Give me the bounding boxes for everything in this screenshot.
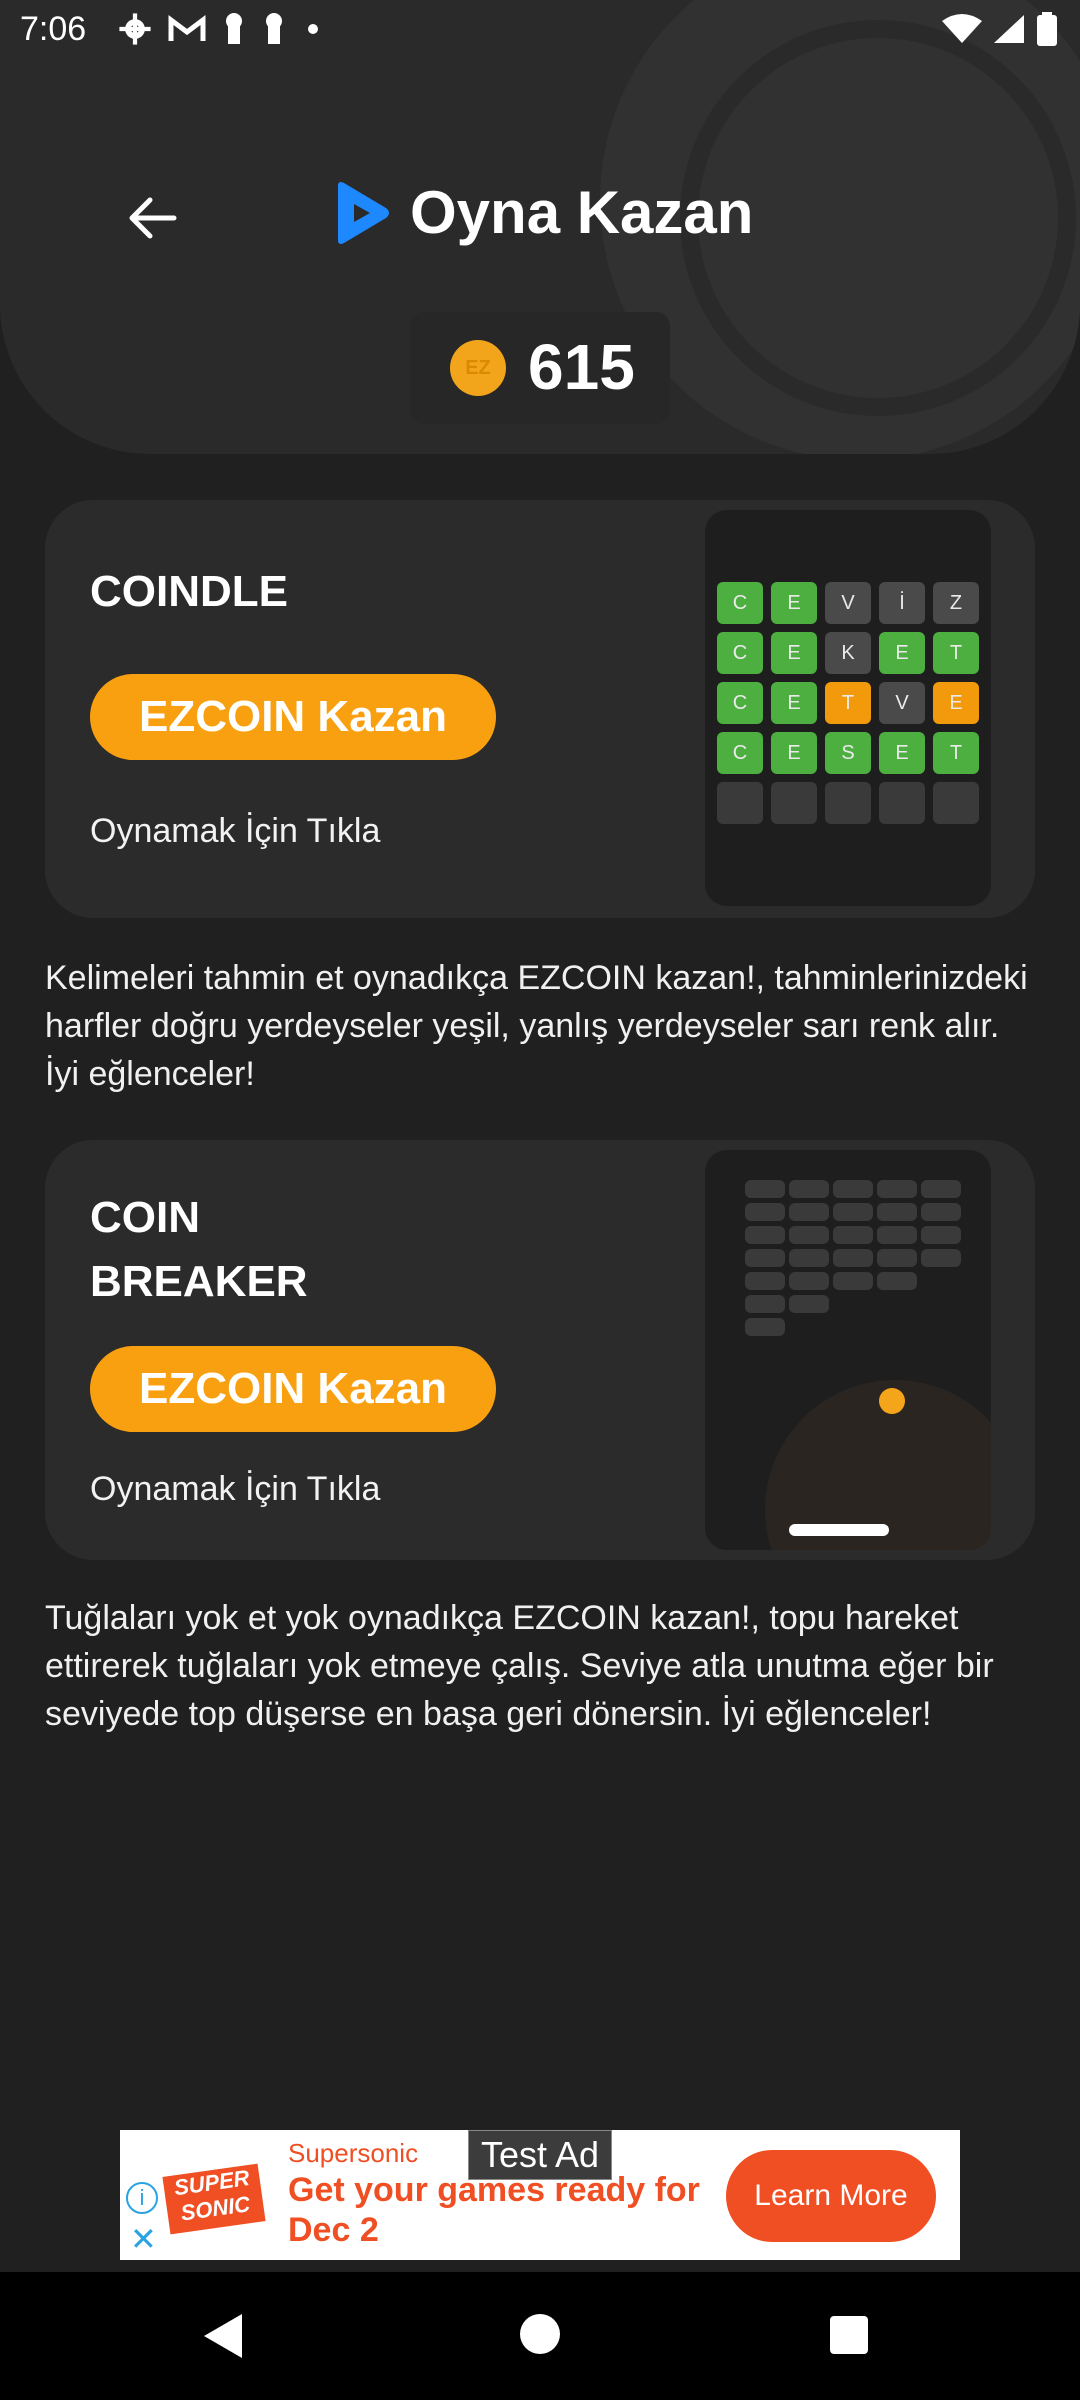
coindle-tile: E [879, 632, 925, 674]
brick [789, 1295, 829, 1313]
brick [833, 1226, 873, 1244]
brick [921, 1249, 961, 1267]
coindle-tile: E [771, 682, 817, 724]
ad-banner[interactable]: i ✕ SUPER SONIC Supersonic Get your game… [120, 2130, 960, 2260]
coindle-tile: S [825, 732, 871, 774]
earn-ezcoin-button[interactable]: EZCOIN Kazan [90, 1346, 496, 1432]
coin-balance: 615 [528, 331, 635, 403]
brick [833, 1203, 873, 1221]
brick [745, 1272, 785, 1290]
brick [789, 1272, 829, 1290]
coindle-tile: E [771, 632, 817, 674]
game-title: COINDLE [90, 567, 288, 616]
brick [877, 1272, 917, 1290]
app-title-group: Oyna Kazan [330, 178, 753, 247]
nav-recents-icon[interactable] [830, 2316, 868, 2354]
brick [789, 1249, 829, 1267]
coindle-tile [933, 782, 979, 824]
status-time: 7:06 [20, 10, 87, 48]
coindle-tile [825, 782, 871, 824]
brick [921, 1203, 961, 1221]
coindle-tile: E [933, 682, 979, 724]
coindle-grid: CEVİZCEKETCETVECESET [717, 582, 979, 824]
coindle-tile: V [879, 682, 925, 724]
coindle-tile: T [933, 632, 979, 674]
nav-back-icon[interactable] [200, 2312, 244, 2360]
brick [745, 1249, 785, 1267]
wifi-icon [942, 14, 982, 43]
ad-logo: SUPER SONIC [162, 2163, 266, 2235]
coin-breaker-preview [705, 1150, 991, 1550]
battery-icon [1037, 12, 1057, 46]
brick [745, 1203, 785, 1221]
keyhole-icon [266, 13, 282, 44]
play-hint: Oynamak İçin Tıkla [90, 812, 381, 850]
status-right-icons [942, 12, 1058, 46]
brick [745, 1226, 785, 1244]
game-title: COIN BREAKER [90, 1193, 308, 1306]
earn-ezcoin-button[interactable]: EZCOIN Kazan [90, 674, 496, 760]
coin-icon: EZ [450, 340, 506, 396]
ad-headline[interactable]: Get your games ready for Dec 2 [288, 2170, 738, 2250]
coindle-tile: K [825, 632, 871, 674]
signal-icon [994, 15, 1024, 43]
coindle-tile [879, 782, 925, 824]
coindle-description: Kelimeleri tahmin et oynadıkça EZCOIN ka… [45, 959, 1028, 1093]
brick [833, 1249, 873, 1267]
coindle-tile: E [771, 582, 817, 624]
ad-learn-more-button[interactable]: Learn More [726, 2150, 936, 2242]
brick [877, 1226, 917, 1244]
coindle-preview: CEVİZCEKETCETVECESET [705, 510, 991, 906]
coindle-tile: C [717, 732, 763, 774]
coindle-tile: E [771, 732, 817, 774]
coin-icon-label: EZ [465, 356, 491, 379]
brick [877, 1180, 917, 1198]
coindle-tile: V [825, 582, 871, 624]
brick [877, 1249, 917, 1267]
coindle-tile: T [825, 682, 871, 724]
status-bar: 7:06 [0, 0, 1080, 66]
game-ball [879, 1388, 905, 1414]
coindle-tile [771, 782, 817, 824]
brick [833, 1272, 873, 1290]
brick [789, 1180, 829, 1198]
coindle-tile: İ [879, 582, 925, 624]
status-left-icons [118, 12, 324, 46]
play-hint: Oynamak İçin Tıkla [90, 1470, 381, 1508]
coindle-tile: C [717, 682, 763, 724]
coin-breaker-card[interactable]: COIN BREAKER EZCOIN Kazan Oynamak İçin T… [45, 1140, 1035, 1560]
coin-breaker-description: Tuğlaları yok et yok oynadıkça EZCOIN ka… [45, 1599, 994, 1733]
nav-home-icon[interactable] [520, 2314, 560, 2354]
brick [745, 1180, 785, 1198]
settings-icon [119, 13, 151, 45]
brick [833, 1180, 873, 1198]
brick [921, 1180, 961, 1198]
game-paddle [789, 1524, 889, 1536]
coindle-tile: C [717, 582, 763, 624]
coindle-tile: C [717, 632, 763, 674]
brick [789, 1226, 829, 1244]
keyhole-icon [226, 13, 242, 44]
coindle-tile: Z [933, 582, 979, 624]
back-arrow-icon[interactable] [124, 190, 180, 246]
brick [789, 1203, 829, 1221]
gmail-icon [168, 15, 206, 41]
brick [921, 1226, 961, 1244]
coindle-tile: T [933, 732, 979, 774]
navigation-bar [0, 2272, 1080, 2400]
play-logo-icon [338, 181, 389, 244]
dot-icon [308, 24, 318, 34]
page-title: Oyna Kazan [410, 179, 754, 246]
coindle-tile: E [879, 732, 925, 774]
brick [745, 1295, 785, 1313]
coindle-card[interactable]: COINDLE EZCOIN Kazan Oynamak İçin Tıkla … [45, 500, 1035, 918]
test-ad-label: Test Ad [468, 2130, 612, 2180]
brick [745, 1318, 785, 1336]
ad-info-icon[interactable]: i [126, 2182, 158, 2214]
coindle-tile [717, 782, 763, 824]
brick [877, 1203, 917, 1221]
ad-close-icon[interactable]: ✕ [130, 2220, 157, 2258]
ad-advertiser: Supersonic [288, 2138, 419, 2168]
